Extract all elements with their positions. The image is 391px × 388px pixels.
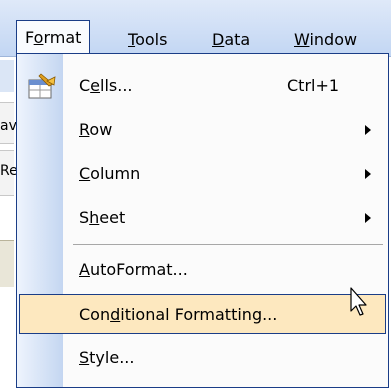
menu-item-label: AutoFormat...: [79, 260, 188, 279]
menu-item-cells[interactable]: Cells... Ctrl+1: [19, 66, 386, 106]
background-column-header: [0, 240, 14, 287]
submenu-arrow-icon: [365, 169, 371, 179]
menu-tools[interactable]: Tools: [124, 26, 171, 54]
menu-item-label: Column: [79, 164, 141, 183]
menu-window[interactable]: Window: [290, 26, 361, 54]
menu-item-label: Row: [79, 120, 113, 139]
menu-item-label: Cells...: [79, 76, 133, 95]
menu-bar: Format Tools Data Window: [0, 0, 391, 57]
submenu-arrow-icon: [365, 125, 371, 135]
menu-item-label: Conditional Formatting...: [79, 305, 278, 324]
format-cells-icon: [28, 73, 56, 99]
background-toolbar-strip: [0, 60, 14, 92]
menu-item-autoformat[interactable]: AutoFormat...: [19, 250, 386, 290]
menu-item-conditional-formatting[interactable]: Conditional Formatting...: [19, 294, 386, 334]
submenu-arrow-icon: [365, 213, 371, 223]
menu-item-style[interactable]: Style...: [19, 338, 386, 378]
menu-data[interactable]: Data: [208, 26, 254, 54]
menu-format[interactable]: Format: [16, 20, 91, 54]
menu-item-label: Sheet: [79, 208, 126, 227]
background-text-fragment: av: [0, 118, 17, 134]
menu-separator: [73, 244, 383, 245]
menu-item-row[interactable]: Row: [19, 110, 386, 150]
menu-item-shortcut: Ctrl+1: [287, 76, 340, 95]
menu-item-sheet[interactable]: Sheet: [19, 198, 386, 238]
mouse-cursor-icon: [350, 287, 367, 316]
menu-item-label: Style...: [79, 348, 135, 367]
format-dropdown-menu: Cells... Ctrl+1 Row Column Sheet AutoFor…: [16, 53, 389, 388]
menu-item-column[interactable]: Column: [19, 154, 386, 194]
